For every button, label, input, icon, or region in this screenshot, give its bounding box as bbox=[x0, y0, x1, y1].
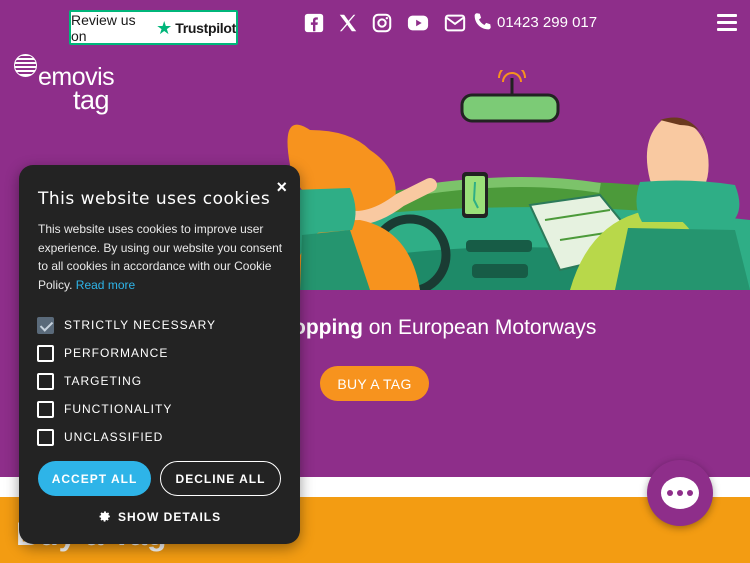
decline-all-button[interactable]: DECLINE ALL bbox=[160, 461, 281, 496]
chat-bubble-icon bbox=[661, 477, 699, 509]
option-strictly-necessary[interactable]: STRICTLY NECESSARY bbox=[37, 311, 216, 339]
phone-icon bbox=[474, 13, 491, 30]
hero-headline: topping on European Motorways bbox=[286, 316, 596, 340]
menu-icon[interactable] bbox=[717, 14, 737, 31]
cookie-title: This website uses cookies bbox=[38, 189, 271, 209]
phone-number: 01423 299 017 bbox=[497, 13, 598, 31]
option-label: PERFORMANCE bbox=[64, 346, 169, 360]
youtube-icon[interactable] bbox=[405, 12, 431, 34]
option-label: FUNCTIONALITY bbox=[64, 402, 173, 416]
gear-icon bbox=[99, 511, 111, 522]
close-icon[interactable]: × bbox=[276, 177, 287, 198]
x-icon[interactable] bbox=[337, 12, 359, 34]
cookie-description: This website uses cookies to improve use… bbox=[38, 220, 288, 294]
facebook-icon[interactable] bbox=[303, 12, 325, 34]
social-links bbox=[303, 10, 467, 36]
read-more-link[interactable]: Read more bbox=[76, 278, 135, 292]
cookie-description-text: This website uses cookies to improve use… bbox=[38, 222, 283, 292]
checkbox-unclassified[interactable] bbox=[37, 428, 54, 446]
buy-a-tag-button[interactable]: BUY A TAG bbox=[320, 366, 429, 401]
option-label: TARGETING bbox=[64, 374, 143, 388]
option-label: UNCLASSIFIED bbox=[64, 430, 164, 444]
show-details-button[interactable]: SHOW DETAILS bbox=[97, 509, 221, 524]
checkbox-functionality[interactable] bbox=[37, 400, 54, 418]
show-details-label: SHOW DETAILS bbox=[118, 509, 222, 524]
phone-link[interactable]: 01423 299 017 bbox=[471, 11, 597, 33]
email-icon[interactable] bbox=[443, 12, 467, 34]
cookie-options: STRICTLY NECESSARY PERFORMANCE TARGETING… bbox=[37, 311, 216, 451]
trustpilot-brand: Trustpilot bbox=[175, 19, 236, 36]
checkbox-performance[interactable] bbox=[37, 344, 54, 362]
accept-all-button[interactable]: ACCEPT ALL bbox=[38, 461, 151, 496]
option-targeting[interactable]: TARGETING bbox=[37, 367, 216, 395]
option-functionality[interactable]: FUNCTIONALITY bbox=[37, 395, 216, 423]
chat-button[interactable] bbox=[647, 460, 713, 526]
instagram-icon[interactable] bbox=[371, 12, 393, 34]
option-label: STRICTLY NECESSARY bbox=[64, 318, 217, 332]
option-unclassified[interactable]: UNCLASSIFIED bbox=[37, 423, 216, 451]
trustpilot-review-button[interactable]: Review us on ★ Trustpilot bbox=[69, 10, 238, 45]
checkbox-targeting[interactable] bbox=[37, 372, 54, 390]
option-performance[interactable]: PERFORMANCE bbox=[37, 339, 216, 367]
cookie-consent-dialog: × This website uses cookies This website… bbox=[19, 165, 300, 544]
trustpilot-prefix: Review us on bbox=[71, 11, 136, 44]
checkbox-strictly-necessary[interactable] bbox=[37, 316, 54, 334]
star-icon: ★ bbox=[156, 17, 173, 38]
headline-rest: on European Motorways bbox=[362, 316, 597, 339]
